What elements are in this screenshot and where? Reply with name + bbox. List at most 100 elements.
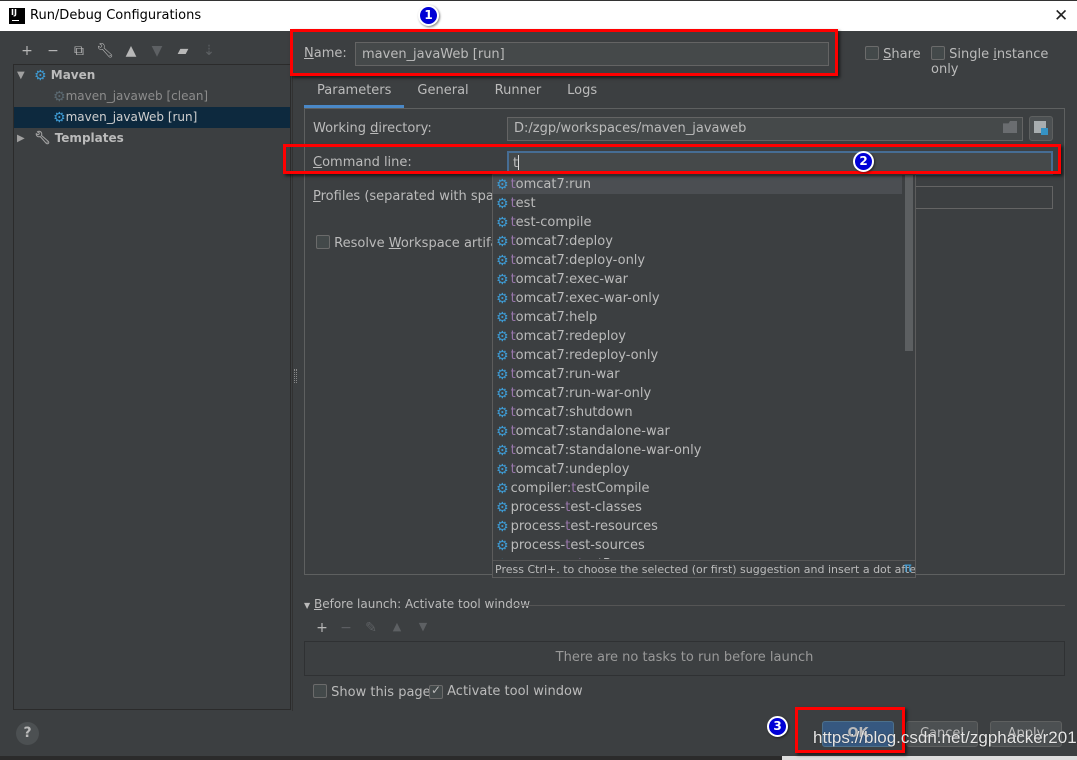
separator — [512, 605, 1065, 606]
tab-logs[interactable]: Logs — [554, 83, 610, 108]
gear-icon: ⚙ — [496, 348, 509, 364]
suggestion-item[interactable]: ⚙ process-test-resources — [493, 517, 902, 536]
close-icon[interactable]: ✕ — [1054, 6, 1068, 26]
suggestion-text: omcat7:run-war — [515, 367, 620, 382]
pi-icon[interactable]: π — [904, 560, 912, 577]
suggestion-text: est — [515, 196, 536, 211]
suggestion-text: est-compile — [515, 215, 592, 230]
add-task-icon[interactable]: + — [310, 620, 334, 636]
suggestion-item[interactable]: ⚙ tomcat7:exec-war — [493, 270, 902, 289]
tree-group-templates[interactable]: ▶ 🔧︎ Templates — [14, 128, 290, 149]
move-task-down-icon[interactable]: ▼ — [410, 620, 436, 636]
activate-tool-window-box[interactable] — [429, 685, 443, 699]
wrench-icon[interactable]: 🔧︎ — [92, 43, 118, 59]
tab-general[interactable]: General — [404, 83, 481, 108]
working-directory-input[interactable]: D:/zgp/workspaces/maven_javaweb — [507, 117, 1023, 141]
before-launch-header[interactable]: ▼ Before launch: Activate tool window — [304, 597, 530, 611]
tab-parameters[interactable]: Parameters — [304, 83, 405, 108]
suggestion-item[interactable]: ⚙resources:testResources — [493, 555, 902, 559]
maven-gear-icon: ⚙ — [34, 68, 47, 84]
suggestion-text: omcat7:standalone-war-only — [515, 443, 702, 458]
bottom-edge-light — [782, 756, 1077, 760]
popup-scrollbar[interactable] — [905, 175, 913, 351]
suggestion-item[interactable]: ⚙ tomcat7:redeploy-only — [493, 346, 902, 365]
suggestion-text: omcat7:help — [515, 310, 598, 325]
show-this-page-checkbox[interactable]: Show this page — [313, 684, 431, 700]
suggestion-item[interactable]: ⚙ tomcat7:standalone-war-only — [493, 441, 902, 460]
suggestion-item[interactable]: ⚙ tomcat7:run — [493, 175, 902, 194]
suggestion-item[interactable]: ⚙ tomcat7:help — [493, 308, 902, 327]
suggestion-item[interactable]: ⚙ tomcat7:shutdown — [493, 403, 902, 422]
suggestion-item[interactable]: ⚙ tomcat7:deploy — [493, 232, 902, 251]
share-checkbox-box[interactable] — [865, 46, 879, 60]
gear-icon: ⚙ — [496, 519, 509, 535]
gear-icon: ⚙ — [496, 196, 509, 212]
suggestion-text: est-resources — [570, 519, 658, 534]
gear-icon: ⚙ — [496, 500, 509, 516]
suggestion-item[interactable]: ⚙ process-test-sources — [493, 536, 902, 555]
suggestion-text: est-sources — [570, 538, 645, 553]
suggestion-text: omcat7:redeploy — [515, 329, 626, 344]
config-tabs: Parameters General Runner Logs — [304, 83, 610, 108]
gear-icon: ⚙ — [496, 405, 509, 421]
suggestion-item[interactable]: ⚙ compiler:testCompile — [493, 479, 902, 498]
sort-icon[interactable]: ⇣ — [196, 43, 222, 59]
remove-icon[interactable]: − — [40, 43, 66, 59]
collapse-triangle-icon[interactable]: ▼ — [304, 601, 310, 610]
single-instance-checkbox[interactable]: Single instance only — [931, 46, 1077, 77]
move-task-up-icon[interactable]: ▲ — [384, 620, 410, 636]
intellij-logo-icon: IJ — [9, 8, 25, 24]
tree-group-maven[interactable]: ▼ ⚙ Maven — [14, 65, 290, 86]
help-button[interactable]: ? — [16, 722, 39, 745]
before-launch-toolbar: + − ✎ ▲ ▼ — [310, 620, 436, 636]
config-toolbar: + − ⧉ 🔧︎ ▲ ▼ ▰ ⇣ — [14, 40, 284, 62]
expand-arrow-icon[interactable]: ▼ — [17, 65, 25, 86]
suggestion-item[interactable]: ⚙ tomcat7:undeploy — [493, 460, 902, 479]
profiles-input[interactable] — [915, 186, 1053, 209]
title-bar: IJ Run/Debug Configurations ✕ — [0, 0, 1077, 31]
tree-item-maven-javaweb-clean[interactable]: ⚙maven_javaweb [clean] — [14, 86, 290, 107]
suggestion-item[interactable]: ⚙ tomcat7:exec-war-only — [493, 289, 902, 308]
suggestion-item[interactable]: ⚙ tomcat7:run-war-only — [493, 384, 902, 403]
suggestion-item[interactable]: ⚙ tomcat7:run-war — [493, 365, 902, 384]
suggestion-item[interactable]: ⚙ test — [493, 194, 902, 213]
resolve-workspace-checkbox[interactable]: Resolve Workspace artifac — [316, 235, 506, 251]
gear-icon: ⚙ — [496, 556, 509, 559]
gear-icon: ⚙ — [496, 443, 509, 459]
tree-item-maven-javaweb-run[interactable]: ⚙maven_javaWeb [run] — [14, 107, 290, 128]
remove-task-icon[interactable]: − — [334, 620, 358, 636]
watermark-text: https://blog.csdn.net/zgphacker2010 — [813, 728, 1077, 747]
activate-tool-window-checkbox[interactable]: Activate tool window — [429, 684, 583, 699]
suggestion-item[interactable]: ⚙ process-test-classes — [493, 498, 902, 517]
show-this-page-box[interactable] — [313, 684, 327, 698]
edit-task-icon[interactable]: ✎ — [358, 620, 384, 636]
move-down-icon[interactable]: ▼ — [144, 43, 170, 59]
suggestion-text: omcat7:run-war-only — [515, 386, 652, 401]
browse-module-button[interactable] — [1029, 116, 1053, 141]
suggestion-text: compiler: — [510, 481, 572, 496]
add-icon[interactable]: + — [14, 43, 40, 59]
suggestion-item[interactable]: ⚙ tomcat7:deploy-only — [493, 251, 902, 270]
suggestion-item[interactable]: ⚙ tomcat7:standalone-war — [493, 422, 902, 441]
suggestion-item[interactable]: ⚙ tomcat7:redeploy — [493, 327, 902, 346]
gear-icon: ⚙ — [53, 110, 66, 126]
annotation-badge-2: 2 — [853, 151, 874, 172]
collapse-arrow-icon[interactable]: ▶ — [17, 128, 25, 149]
suggestion-text: omcat7:redeploy-only — [515, 348, 659, 363]
suggestion-list: ⚙ tomcat7:run ⚙ test ⚙ test-compile ⚙ tomcat7:d… — [493, 175, 902, 559]
resolve-workspace-checkbox-box[interactable] — [316, 235, 330, 249]
suggestion-item[interactable]: ⚙ test-compile — [493, 213, 902, 232]
splitter-handle[interactable] — [294, 369, 297, 383]
gear-icon: ⚙ — [496, 253, 509, 269]
share-checkbox[interactable]: Share — [865, 46, 921, 62]
single-instance-checkbox-box[interactable] — [931, 46, 945, 60]
suggestion-text: omcat7:deploy — [515, 234, 613, 249]
move-up-icon[interactable]: ▲ — [118, 43, 144, 59]
autocomplete-popup: ⚙ tomcat7:run ⚙ test ⚙ test-compile ⚙ tomcat7:d… — [492, 174, 916, 578]
gear-icon: ⚙ — [496, 367, 509, 383]
copy-icon[interactable]: ⧉ — [66, 43, 92, 59]
gear-icon: ⚙ — [496, 291, 509, 307]
tab-runner[interactable]: Runner — [482, 83, 555, 108]
new-folder-icon[interactable]: ▰ — [170, 43, 196, 59]
configuration-tree: ▼ ⚙ Maven ⚙maven_javaweb [clean] ⚙maven_… — [13, 64, 291, 710]
